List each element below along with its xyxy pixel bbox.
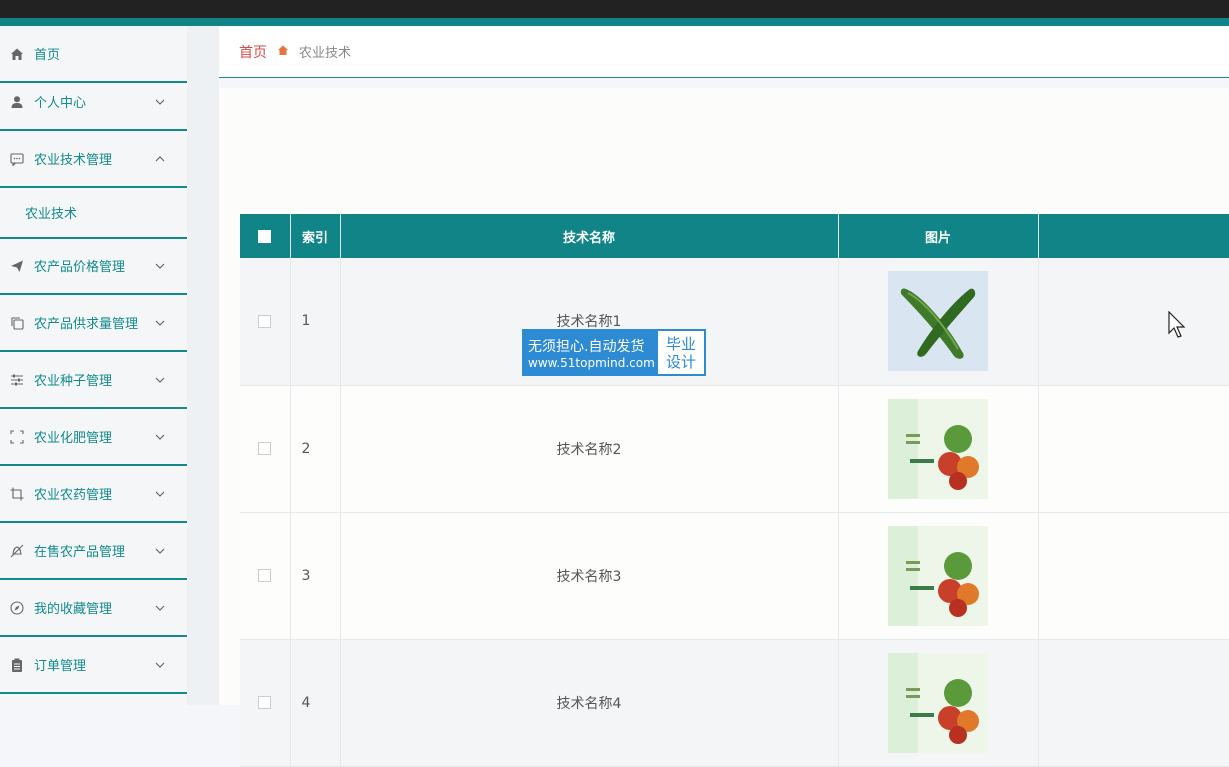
watermark-line2: www.51topmind.com	[528, 355, 655, 370]
row-image-cell	[838, 258, 1039, 386]
row-checkbox[interactable]	[258, 314, 272, 328]
table-row[interactable]: 1 技术名称1	[240, 258, 1229, 386]
watermark-line1: 无须担心.自动发货	[528, 338, 645, 355]
row-extra	[1038, 639, 1229, 767]
chevron-down-icon	[153, 544, 167, 558]
row-extra	[1038, 385, 1229, 513]
breadcrumb: 首页 农业技术	[219, 26, 1229, 78]
row-index: 1	[290, 258, 341, 386]
row-name: 技术名称4	[340, 639, 839, 767]
watermark-badge: 无须担心.自动发货 www.51topmind.com 毕业 设计	[522, 329, 706, 376]
sidebar-item-label: 在售农产品管理	[34, 545, 126, 560]
chevron-down-icon	[153, 316, 167, 330]
user-icon	[9, 94, 25, 110]
sidebar-item-label: 农业技术管理	[34, 153, 113, 168]
fullscreen-icon	[9, 429, 25, 445]
window-topbar	[0, 0, 1229, 18]
breadcrumb-separator-icon	[277, 44, 289, 59]
sidebar-item-label: 首页	[34, 48, 61, 63]
breadcrumb-home-link[interactable]: 首页	[239, 42, 267, 62]
chevron-down-icon	[153, 430, 167, 444]
data-table: 索引 技术名称 图片 1 技术名称1 2 技术名称2 3 技术名称3 4 技术名…	[240, 214, 1229, 767]
sidebar-item-on-sale-management[interactable]: 在售农产品管理	[0, 523, 187, 580]
sidebar-subitem-label: 农业技术	[25, 207, 78, 222]
row-index: 2	[290, 385, 341, 513]
chevron-down-icon	[153, 658, 167, 672]
cucumber-image[interactable]	[888, 271, 988, 372]
chevron-down-icon	[153, 373, 167, 387]
sidebar-item-label: 订单管理	[34, 659, 87, 674]
chevron-down-icon	[153, 601, 167, 615]
row-index: 4	[290, 639, 341, 767]
watermark-tag-line2: 设计	[665, 352, 696, 371]
sidebar-item-label: 农产品价格管理	[34, 260, 126, 275]
vegetables-image[interactable]	[888, 525, 988, 626]
row-image-cell	[838, 385, 1039, 513]
row-name: 技术名称3	[340, 512, 839, 640]
row-checkbox[interactable]	[258, 696, 272, 709]
row-extra	[1038, 512, 1229, 640]
header-image: 图片	[838, 214, 1039, 258]
breadcrumb-current: 农业技术	[299, 46, 352, 61]
sidebar-item-personal-center[interactable]: 个人中心	[0, 74, 187, 131]
watermark-tag: 毕业 设计	[658, 331, 704, 374]
sidebar-item-seed-management[interactable]: 农业种子管理	[0, 352, 187, 409]
select-all-checkbox[interactable]	[258, 229, 272, 243]
row-checkbox[interactable]	[258, 569, 272, 582]
sidebar: 首页 个人中心 农业技术管理 农业技术 农产品价格管理 农产品供求量管理 农业种…	[0, 26, 187, 705]
bell-off-icon	[9, 543, 25, 559]
header-name: 技术名称	[340, 214, 839, 258]
clipboard-icon	[9, 657, 25, 673]
row-checkbox[interactable]	[258, 442, 272, 455]
sidebar-item-supply-demand-management[interactable]: 农产品供求量管理	[0, 295, 187, 352]
sidebar-gutter	[187, 26, 219, 705]
table-row[interactable]: 2 技术名称2	[240, 385, 1229, 513]
row-image-cell	[838, 512, 1039, 640]
message-icon	[9, 151, 25, 167]
header-accent-bar	[0, 18, 1229, 26]
home-icon	[9, 46, 25, 62]
table-row[interactable]: 3 技术名称3	[240, 512, 1229, 640]
row-index: 3	[290, 512, 341, 640]
sidebar-item-label: 我的收藏管理	[34, 602, 113, 617]
watermark-text: 无须担心.自动发货 www.51topmind.com	[524, 331, 658, 374]
sidebar-item-price-management[interactable]: 农产品价格管理	[0, 238, 187, 295]
copy-icon	[9, 315, 25, 331]
sidebar-item-label: 个人中心	[34, 96, 87, 111]
sliders-icon	[9, 372, 25, 388]
sidebar-item-label: 农业种子管理	[34, 374, 113, 389]
sidebar-item-label: 农产品供求量管理	[34, 317, 139, 332]
mouse-cursor-icon	[1168, 311, 1186, 338]
vegetables-image[interactable]	[888, 652, 988, 753]
watermark-tag-line1: 毕业	[665, 334, 696, 353]
row-extra	[1038, 258, 1229, 386]
sidebar-item-label: 农业农药管理	[34, 488, 113, 503]
send-icon	[9, 258, 25, 274]
header-select-all[interactable]	[240, 214, 291, 258]
chevron-up-icon	[153, 152, 167, 166]
sidebar-item-label: 农业化肥管理	[34, 431, 113, 446]
vegetables-image[interactable]	[888, 398, 988, 499]
crop-icon	[9, 486, 25, 502]
sidebar-item-agri-tech-management[interactable]: 农业技术管理	[0, 131, 187, 188]
sidebar-item-favorites-management[interactable]: 我的收藏管理	[0, 580, 187, 637]
sidebar-item-order-management[interactable]: 订单管理	[0, 637, 187, 694]
chevron-down-icon	[153, 259, 167, 273]
row-name: 技术名称2	[340, 385, 839, 513]
header-extra	[1038, 214, 1229, 258]
sidebar-subitem-agri-tech[interactable]: 农业技术	[0, 188, 187, 239]
compass-icon	[9, 600, 25, 616]
header-index: 索引	[290, 214, 341, 258]
sidebar-item-pesticide-management[interactable]: 农业农药管理	[0, 466, 187, 523]
sidebar-item-fertilizer-management[interactable]: 农业化肥管理	[0, 409, 187, 466]
row-image-cell	[838, 639, 1039, 767]
table-header-row: 索引 技术名称 图片	[240, 214, 1229, 258]
chevron-down-icon	[153, 95, 167, 109]
table-row[interactable]: 4 技术名称4	[240, 639, 1229, 767]
chevron-down-icon	[153, 487, 167, 501]
